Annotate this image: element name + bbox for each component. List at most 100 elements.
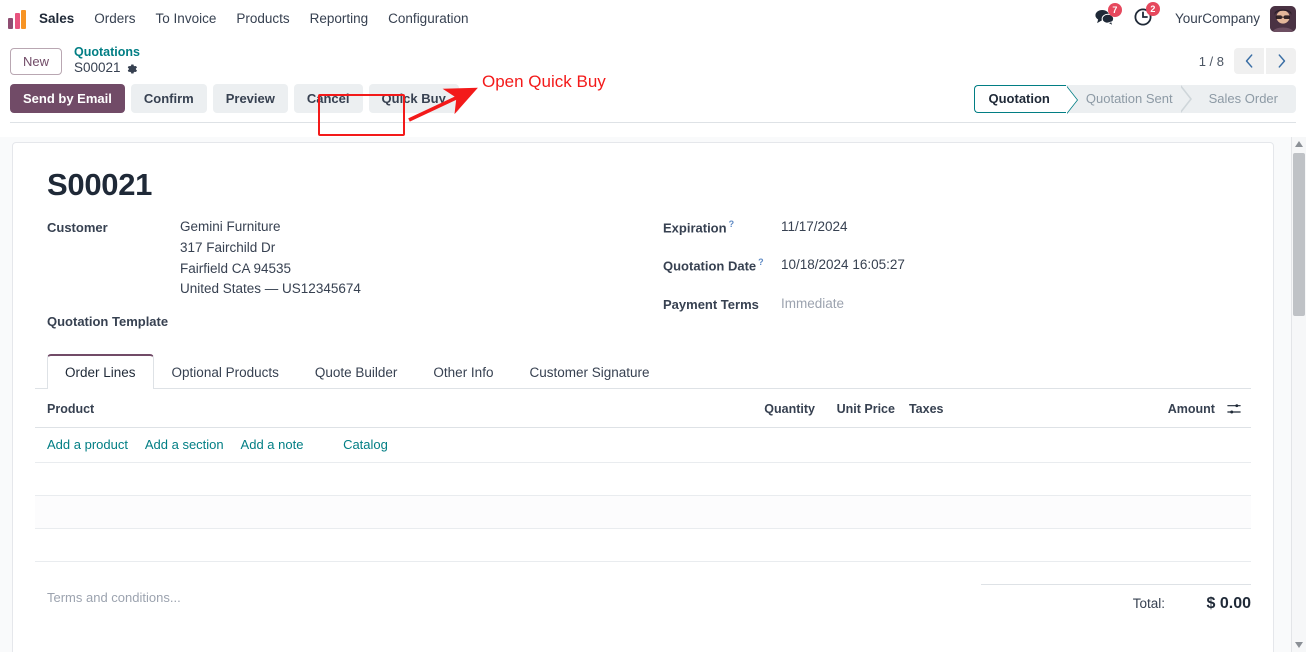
messages-menu[interactable]: 7 [1086, 2, 1123, 33]
form-scroll-area: S00021 Customer Gemini Furniture 317 Fai… [0, 137, 1306, 652]
field-quotation-date-label-text: Quotation Date [663, 258, 757, 274]
totals-divider [981, 583, 1251, 585]
field-quotation-date-label: Quotation Date? [663, 255, 781, 276]
scroll-down-button[interactable] [1292, 638, 1306, 652]
add-a-product-link[interactable]: Add a product [47, 437, 128, 452]
field-customer-label: Customer [47, 220, 108, 235]
form-sheet: S00021 Customer Gemini Furniture 317 Fai… [12, 142, 1274, 652]
total-value: $ 0.00 [1206, 594, 1251, 612]
record-action-buttons: Send by Email Confirm Preview Cancel Qui… [10, 84, 459, 113]
company-switcher[interactable]: YourCompany [1163, 11, 1268, 26]
page-title: S00021 [47, 167, 153, 202]
column-quantity[interactable]: Quantity [730, 389, 821, 428]
table-row [35, 495, 1251, 529]
avatar[interactable] [1270, 5, 1296, 32]
activities-menu[interactable]: 2 [1125, 2, 1161, 33]
status-quotation[interactable]: Quotation [973, 84, 1079, 114]
scroll-up-button[interactable] [1292, 137, 1306, 151]
gear-icon[interactable] [126, 63, 138, 75]
breadcrumb-item-quotations[interactable]: Quotations [74, 45, 140, 61]
control-panel: New Quotations S00021 1 / 8 Send by Emai… [0, 37, 1306, 123]
cancel-button[interactable]: Cancel [293, 84, 363, 113]
control-panel-bottom-row: Send by Email Confirm Preview Cancel Qui… [10, 81, 1296, 123]
vertical-scrollbar[interactable] [1291, 137, 1306, 652]
field-payment-terms-value[interactable]: Immediate [781, 294, 844, 315]
quick-buy-button[interactable]: Quick Buy [368, 84, 459, 113]
customer-street: 317 Fairchild Dr [180, 239, 276, 255]
chevron-left-icon [1245, 54, 1252, 68]
new-record-button[interactable]: New [10, 47, 63, 75]
caret-down-icon [1295, 642, 1303, 648]
status-sales-order[interactable]: Sales Order [1188, 84, 1296, 113]
odoo-sales-quotation-form: Sales Orders To Invoice Products Reporti… [0, 0, 1306, 652]
breadcrumb: Quotations S00021 [74, 45, 140, 78]
add-a-section-link[interactable]: Add a section [145, 437, 224, 452]
field-quotation-template-label: Quotation Template [47, 314, 169, 330]
statusbar: Quotation Quotation Sent Sales Order [973, 84, 1296, 114]
sheet-footer: Terms and conditions... Total: $ 0.00 [35, 580, 1251, 633]
pager-value: 1 / 8 [1198, 53, 1224, 69]
confirm-button[interactable]: Confirm [130, 84, 207, 113]
navbar-right-group: 7 2 YourCompany [1086, 2, 1296, 33]
field-quotation-date: Quotation Date? 10/18/2024 16:05:27 [663, 255, 1251, 276]
send-by-email-button[interactable]: Send by Email [10, 84, 125, 113]
form-group-left: Customer Gemini Furniture 317 Fairchild … [47, 217, 649, 332]
nav-app-name[interactable]: Sales [39, 3, 84, 34]
totals-block: Total: $ 0.00 [981, 580, 1251, 613]
chevron-right-icon [1278, 54, 1285, 68]
pager-next-button[interactable] [1266, 48, 1296, 74]
column-options [1220, 389, 1251, 428]
pager: 1 / 8 [1199, 48, 1296, 74]
add-line-row: Add a product Add a section Add a note C… [35, 427, 1251, 463]
nav-menu-to-invoice[interactable]: To Invoice [146, 3, 227, 34]
form-groups: Customer Gemini Furniture 317 Fairchild … [47, 217, 1251, 332]
breadcrumb-current: S00021 [74, 60, 140, 77]
column-product[interactable]: Product [35, 389, 731, 428]
customer-name: Gemini Furniture [180, 219, 281, 234]
messages-count-badge: 7 [1107, 2, 1122, 17]
field-expiration: Expiration? 11/17/2024 [663, 217, 1251, 238]
nav-menu-configuration[interactable]: Configuration [378, 3, 478, 34]
terms-and-conditions-input[interactable]: Terms and conditions... [35, 580, 981, 613]
help-icon[interactable]: ? [729, 219, 735, 229]
order-lines-body: Add a product Add a section Add a note C… [35, 427, 1251, 562]
nav-menu-reporting[interactable]: Reporting [300, 3, 379, 34]
field-customer-value[interactable]: Gemini Furniture 317 Fairchild Dr Fairfi… [180, 217, 361, 300]
help-icon[interactable]: ? [758, 257, 764, 267]
catalog-link[interactable]: Catalog [343, 437, 388, 452]
tab-optional-products[interactable]: Optional Products [154, 354, 297, 389]
add-a-note-link[interactable]: Add a note [241, 437, 304, 452]
sales-bar-chart-logo[interactable] [8, 9, 30, 29]
status-quotation-sent[interactable]: Quotation Sent [1065, 84, 1192, 113]
sliders-toggle-icon[interactable] [1227, 402, 1241, 416]
preview-button[interactable]: Preview [212, 84, 288, 113]
tab-other-info[interactable]: Other Info [415, 354, 511, 389]
tab-quote-builder[interactable]: Quote Builder [297, 354, 416, 389]
total-row: Total: $ 0.00 [981, 595, 1251, 613]
field-quotation-date-value[interactable]: 10/18/2024 16:05:27 [781, 255, 905, 276]
column-amount[interactable]: Amount [1120, 389, 1221, 428]
column-unit-price[interactable]: Unit Price [820, 389, 901, 428]
activities-count-badge: 2 [1145, 2, 1160, 16]
table-row [35, 528, 1251, 562]
caret-up-icon [1295, 141, 1303, 147]
tab-order-lines[interactable]: Order Lines [47, 354, 154, 390]
column-taxes[interactable]: Taxes [900, 389, 1121, 428]
order-lines-table: Product Quantity Unit Price Taxes Amount [35, 389, 1251, 562]
tab-customer-signature[interactable]: Customer Signature [511, 354, 667, 389]
field-quotation-template: Quotation Template [47, 311, 649, 332]
pager-previous-button[interactable] [1234, 48, 1264, 74]
field-customer: Customer Gemini Furniture 317 Fairchild … [47, 217, 649, 300]
top-navbar: Sales Orders To Invoice Products Reporti… [0, 0, 1306, 37]
table-header-row: Product Quantity Unit Price Taxes Amount [35, 389, 1251, 428]
field-expiration-label-text: Expiration [663, 220, 727, 236]
nav-menu-orders[interactable]: Orders [84, 3, 145, 34]
field-expiration-value[interactable]: 11/17/2024 [781, 217, 848, 238]
scrollbar-thumb[interactable] [1293, 153, 1305, 316]
notebook: Order Lines Optional Products Quote Buil… [35, 354, 1251, 562]
total-label: Total: [1132, 595, 1165, 611]
nav-menu-products[interactable]: Products [226, 3, 299, 34]
customer-country: United States — US12345674 [180, 281, 361, 297]
order-lines-header: Product Quantity Unit Price Taxes Amount [35, 389, 1251, 428]
user-avatar-icon [1270, 5, 1296, 32]
